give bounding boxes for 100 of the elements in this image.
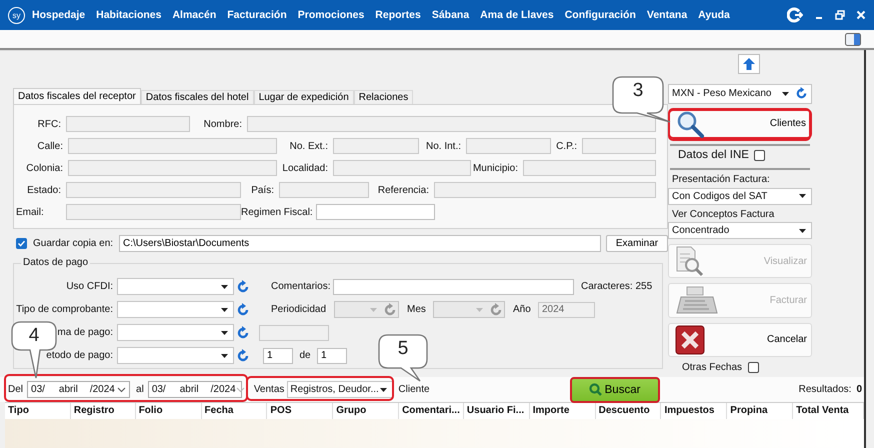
caret-icon	[380, 388, 388, 392]
caret-icon	[221, 308, 228, 312]
field-label: No. Ext.:	[288, 140, 329, 152]
refresh-icon[interactable]	[236, 348, 250, 362]
document-magnifier-icon	[675, 245, 705, 278]
caret-icon	[370, 308, 377, 312]
checkbox-label: Datos del INE	[678, 149, 749, 162]
refresh-icon[interactable]	[795, 87, 808, 100]
input-field[interactable]: 1	[263, 348, 293, 364]
up-button[interactable]	[738, 54, 760, 74]
caret-icon	[782, 92, 789, 96]
caret-icon	[799, 194, 806, 198]
path-field[interactable]: C:\Users\Biostar\Documents	[119, 234, 601, 252]
menu-item[interactable]: Promociones	[298, 9, 364, 21]
caret-icon	[221, 330, 228, 334]
field-label: Año	[513, 304, 531, 315]
field-label: País:	[250, 184, 275, 196]
panel-icon[interactable]	[845, 32, 861, 46]
field-label: Del	[8, 384, 24, 395]
menu-item[interactable]: Sábana	[432, 9, 470, 21]
field-label: Uso CFDI:	[66, 281, 113, 292]
field-label: Referencia:	[376, 184, 430, 196]
menu-item[interactable]: Habitaciones	[96, 9, 162, 21]
menu-item[interactable]: Ayuda	[698, 9, 730, 21]
field-label: Presentación Factura:	[671, 174, 771, 187]
dropdown[interactable]: Con Codigos del SAT	[668, 188, 812, 205]
menu-item[interactable]: Configuración	[564, 9, 636, 21]
refresh-icon[interactable]	[236, 326, 250, 340]
character-count: Caracteres: 255	[581, 281, 652, 292]
results-label: Resultados:	[798, 384, 852, 395]
menu-item[interactable]: Hospedaje	[32, 9, 86, 21]
sales-dropdown[interactable]: Registros, Deudor...	[287, 381, 394, 398]
callout-number: 3	[632, 81, 644, 101]
field-label: Comentarios:	[271, 281, 330, 292]
refresh-icon[interactable]	[236, 280, 250, 294]
field-label: ma de pago:	[57, 327, 113, 338]
app-logo[interactable]: sy	[8, 6, 25, 24]
menu-item[interactable]: Facturación	[227, 9, 287, 21]
callout-number: 5	[398, 339, 408, 359]
results-count: 0	[856, 384, 862, 395]
field-label: Localidad:	[281, 162, 329, 174]
input-field[interactable]: 1	[317, 348, 347, 364]
input-field[interactable]	[316, 204, 435, 220]
refresh-icon[interactable]	[236, 302, 250, 316]
date-picker[interactable]: 03/ abril /2024	[148, 381, 242, 398]
logout-icon[interactable]	[787, 7, 803, 23]
caret-icon	[476, 308, 483, 312]
checkbox-label: Otras Fechas	[682, 362, 742, 373]
close-icon[interactable]	[856, 10, 866, 20]
checkbox[interactable]	[754, 150, 765, 161]
menu-item[interactable]: Almacén	[172, 9, 216, 21]
checkbox-label: Guardar copia en:	[33, 238, 114, 248]
menu-item[interactable]: Ventana	[646, 9, 688, 21]
tab[interactable]: Datos fiscales del hotel	[140, 90, 254, 104]
field-label: Cliente	[398, 384, 430, 395]
date-picker[interactable]: 03/ abril /2024	[27, 381, 130, 398]
checkbox[interactable]	[16, 238, 27, 248]
caret-icon	[799, 228, 806, 233]
dropdown[interactable]: Concentrado	[668, 222, 812, 240]
refresh-icon[interactable]	[489, 302, 503, 316]
checkbox[interactable]	[748, 362, 760, 373]
tab[interactable]: Lugar de expedición	[254, 90, 354, 104]
field-label: Tipo de comprobante:	[16, 304, 113, 315]
field-label: Ver Conceptos Factura	[671, 208, 776, 222]
chevron-icon	[117, 386, 126, 392]
tab[interactable]: Relaciones	[354, 90, 414, 104]
field-label: Email:	[15, 206, 45, 218]
field-label: Calle:	[36, 140, 64, 152]
action-button[interactable]: Cancelar	[668, 322, 812, 357]
search-icon	[588, 383, 602, 396]
field-label: Periodicidad	[271, 304, 326, 315]
input-field[interactable]	[333, 278, 574, 294]
field-label: RFC:	[36, 118, 62, 130]
cancel-icon	[675, 324, 705, 355]
field-label: C.P.:	[555, 140, 578, 152]
menu-item[interactable]: Reportes	[375, 9, 421, 21]
up-arrow-icon	[742, 57, 756, 71]
field-label: Mes	[407, 304, 426, 315]
browse-button[interactable]: Examinar	[606, 234, 668, 252]
field-label: al	[136, 384, 144, 395]
chevron-icon	[236, 386, 245, 392]
clients-button[interactable]: Clientes	[668, 108, 812, 139]
menu-item[interactable]: Ama de Llaves	[480, 9, 554, 21]
caret-icon	[221, 284, 228, 288]
field-label: Colonia:	[25, 162, 64, 174]
field-label: Ventas	[254, 384, 284, 395]
field-label: No. Int.:	[424, 140, 462, 152]
field-label: etodo de pago:	[46, 350, 113, 361]
restore-icon[interactable]	[835, 10, 845, 20]
search-button[interactable]: Buscar	[570, 376, 660, 402]
tab[interactable]: Datos fiscales del receptor	[13, 88, 141, 104]
field-label: Estado:	[26, 184, 62, 196]
field-label: Regimen Fiscal:	[241, 206, 314, 218]
refresh-icon[interactable]	[383, 302, 397, 316]
field-label: de	[299, 350, 311, 361]
currency-dropdown[interactable]: MXN - Peso Mexicano	[668, 84, 812, 104]
callout-number: 4	[28, 326, 40, 346]
search-icon	[676, 110, 706, 138]
group-title: Datos de pago	[21, 257, 90, 268]
caret-icon	[221, 354, 228, 358]
